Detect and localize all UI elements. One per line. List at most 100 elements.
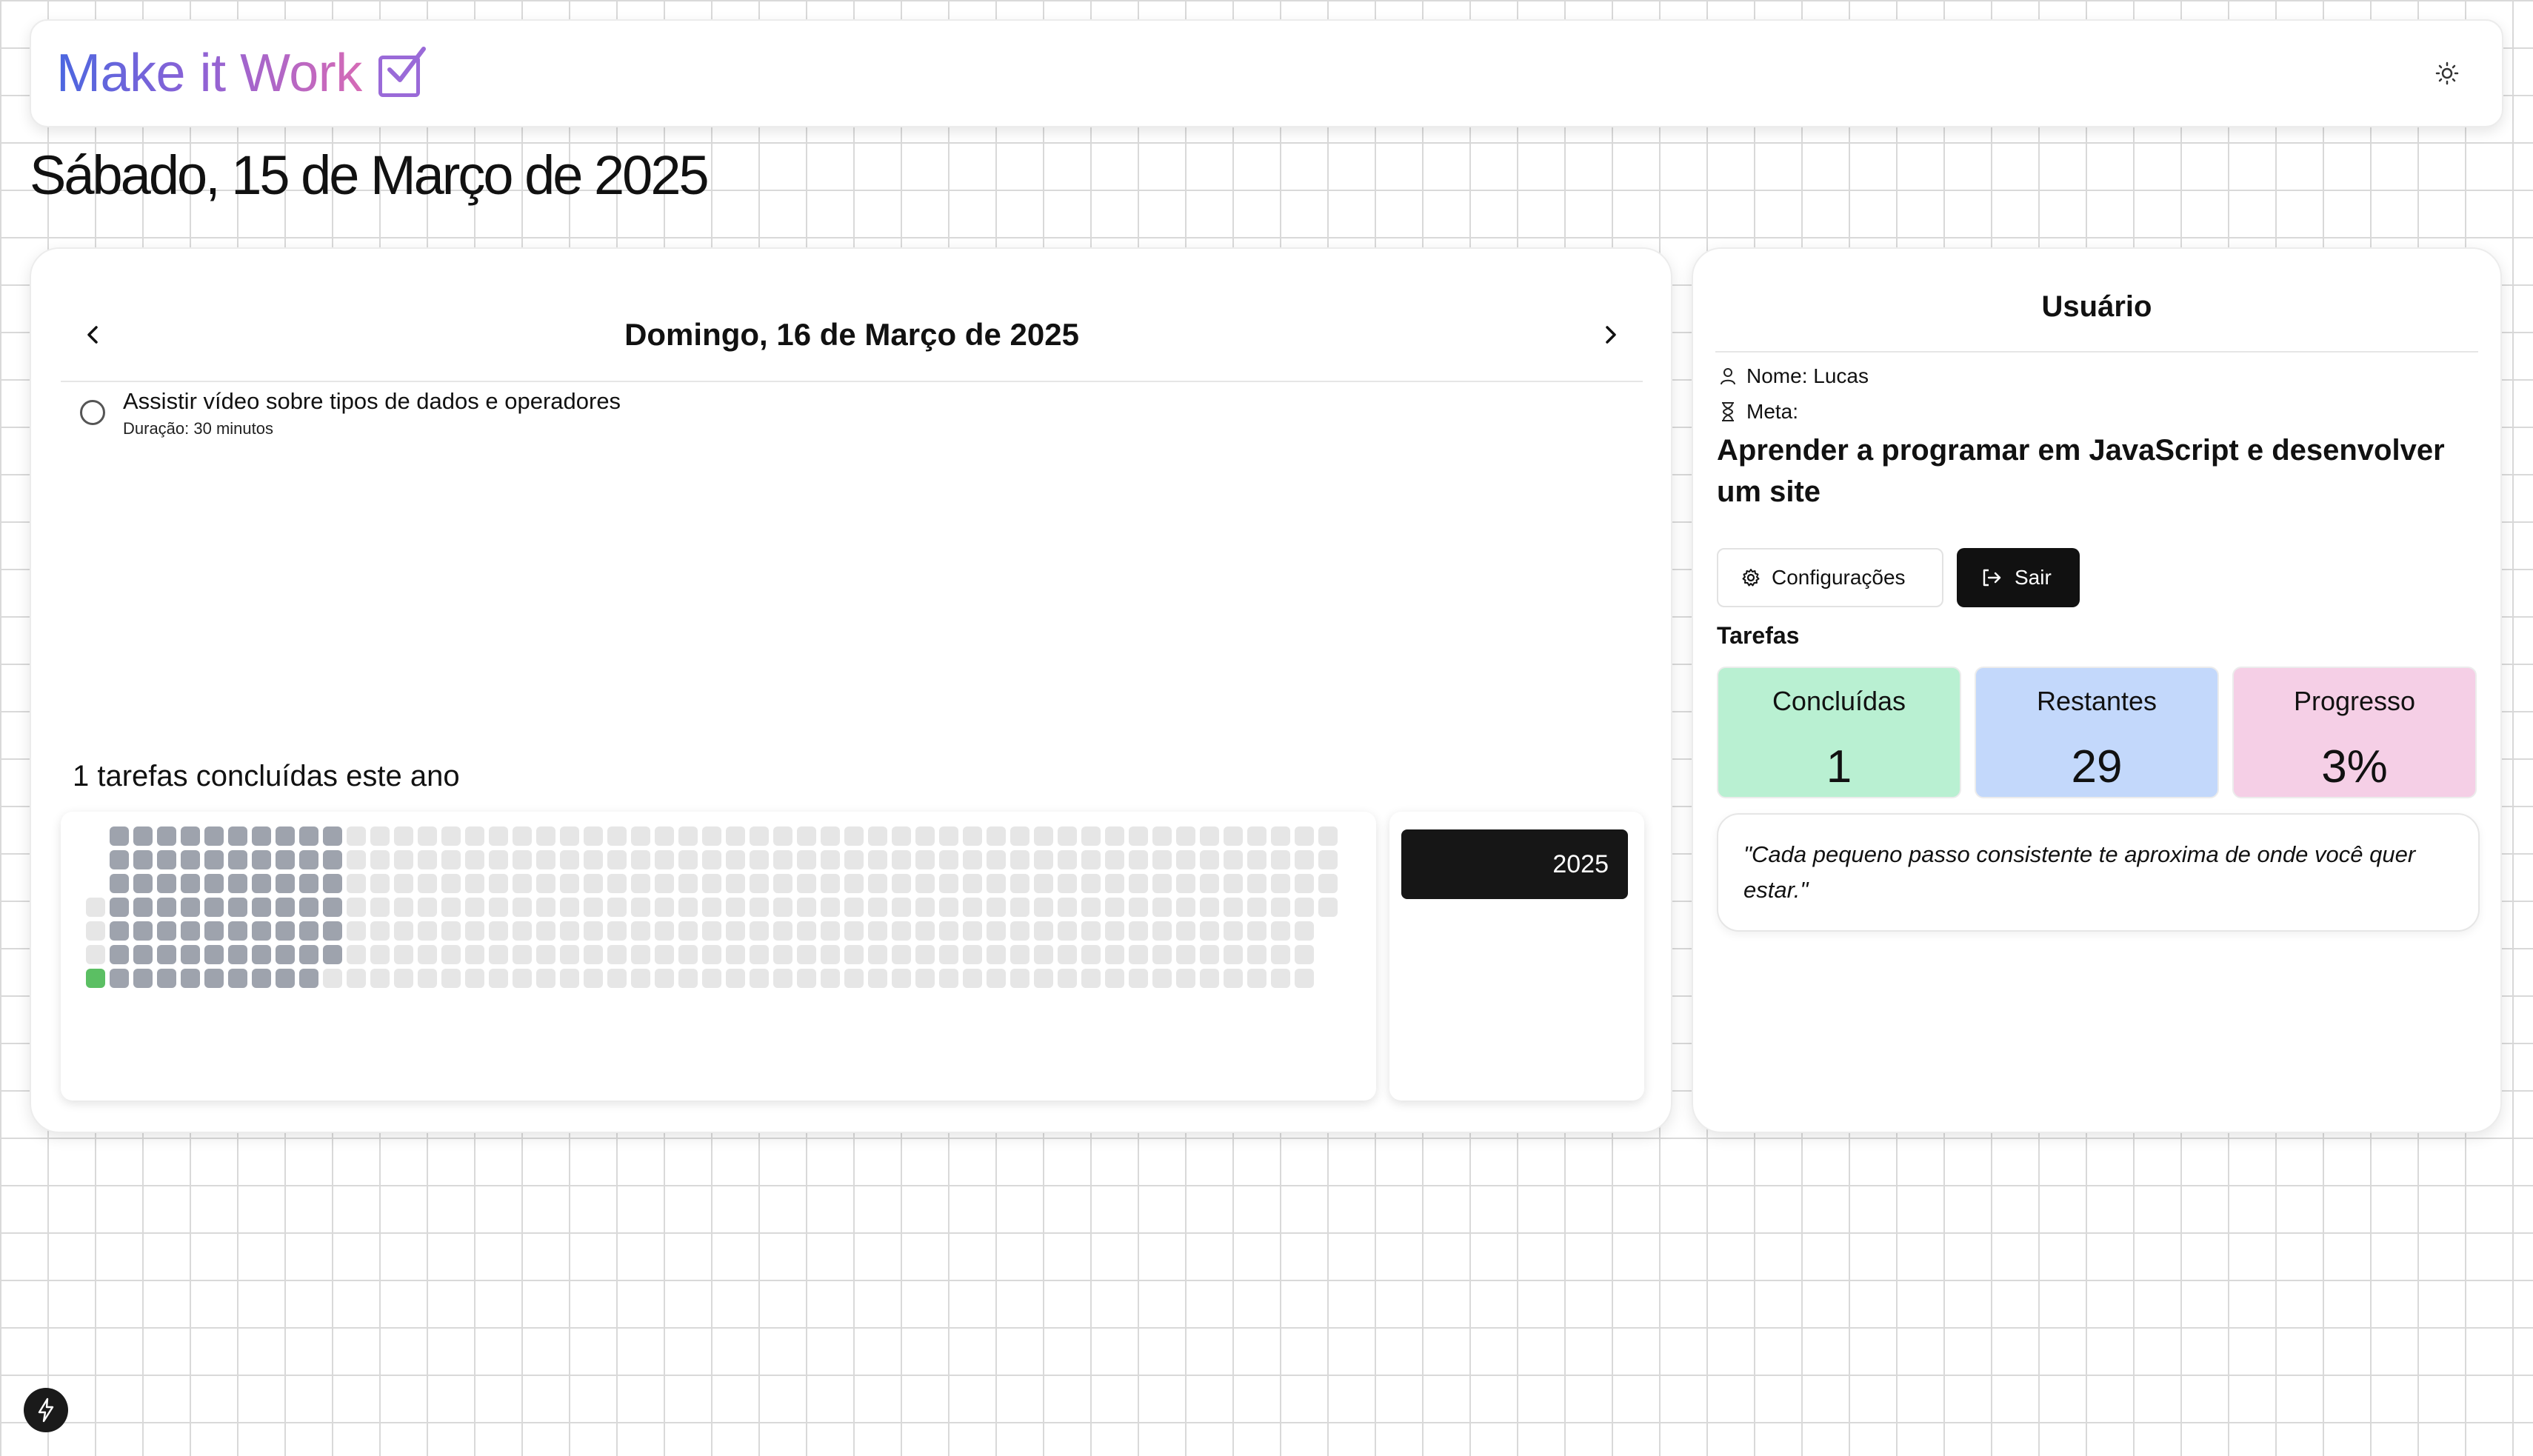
heatmap-cell bbox=[1152, 945, 1172, 964]
settings-button-label: Configurações bbox=[1772, 566, 1906, 589]
heatmap-cell bbox=[1318, 874, 1338, 893]
heatmap-cell bbox=[655, 826, 674, 846]
heatmap-cell bbox=[276, 826, 295, 846]
heatmap-cell bbox=[1034, 921, 1053, 941]
heatmap-cell bbox=[465, 850, 484, 869]
heatmap-cell bbox=[1129, 921, 1148, 941]
chevron-right-icon[interactable] bbox=[1588, 313, 1632, 357]
settings-button[interactable]: Configurações bbox=[1717, 548, 1943, 607]
goal-text: Aprender a programar em JavaScript e des… bbox=[1717, 434, 2445, 508]
heatmap-cell bbox=[939, 850, 958, 869]
heatmap-cell bbox=[252, 945, 271, 964]
heatmap-cell bbox=[1152, 921, 1172, 941]
heatmap-cell bbox=[86, 921, 105, 941]
heatmap-cell bbox=[394, 921, 413, 941]
heatmap-cell bbox=[1105, 921, 1124, 941]
heatmap-cell bbox=[1129, 969, 1148, 988]
heatmap-cell bbox=[1271, 969, 1290, 988]
heatmap-cell bbox=[465, 945, 484, 964]
user-icon bbox=[1721, 368, 1735, 385]
heatmap-cell bbox=[1081, 945, 1101, 964]
heatmap-cell bbox=[1129, 898, 1148, 917]
heatmap-cell bbox=[513, 898, 532, 917]
heatmap-cell bbox=[844, 945, 864, 964]
heatmap-cell bbox=[750, 898, 769, 917]
heatmap-cell bbox=[228, 969, 247, 988]
heatmap-cell bbox=[939, 921, 958, 941]
heatmap-cell bbox=[1176, 850, 1195, 869]
heatmap-cell bbox=[844, 874, 864, 893]
heatmap-cell bbox=[1200, 874, 1219, 893]
heatmap-cell bbox=[276, 850, 295, 869]
heatmap-cell bbox=[1129, 945, 1148, 964]
heatmap-cell bbox=[133, 850, 153, 869]
heatmap-cell bbox=[797, 850, 816, 869]
stat-remaining-label: Restantes bbox=[2036, 686, 2157, 716]
heatmap-cell bbox=[560, 874, 579, 893]
heatmap-cell bbox=[441, 874, 461, 893]
heatmap-cell bbox=[987, 898, 1006, 917]
heatmap-cell bbox=[821, 850, 840, 869]
heatmap-cell bbox=[418, 826, 437, 846]
user-panel-title: Usuário bbox=[1715, 290, 2478, 353]
heatmap-cell bbox=[394, 826, 413, 846]
task-complete-radio[interactable] bbox=[80, 400, 105, 425]
heatmap-cell bbox=[868, 921, 887, 941]
heatmap-cell bbox=[1010, 945, 1029, 964]
heatmap-cell bbox=[1152, 850, 1172, 869]
heatmap-cell bbox=[1081, 969, 1101, 988]
heatmap-cell bbox=[536, 826, 555, 846]
heatmap-cell bbox=[1247, 850, 1266, 869]
app-header: Make it Work bbox=[30, 19, 2503, 127]
heatmap-cell bbox=[797, 898, 816, 917]
heatmap-cell bbox=[1105, 874, 1124, 893]
heatmap-cell bbox=[750, 826, 769, 846]
task-item: Assistir vídeo sobre tipos de dados e op… bbox=[80, 385, 621, 438]
heatmap-cell bbox=[1200, 921, 1219, 941]
heatmap-cell bbox=[133, 898, 153, 917]
stat-progress-value: 3% bbox=[2321, 741, 2388, 792]
heatmap-cell bbox=[299, 921, 318, 941]
heatmap-cell bbox=[110, 826, 129, 846]
heatmap-cell bbox=[655, 898, 674, 917]
heatmap-cell bbox=[1152, 826, 1172, 846]
heatmap-cell bbox=[418, 874, 437, 893]
heatmap-cell bbox=[276, 921, 295, 941]
heatmap-cell bbox=[750, 969, 769, 988]
heatmap-cell bbox=[323, 898, 342, 917]
day-navigation: Domingo, 16 de Março de 2025 bbox=[61, 289, 1643, 382]
heatmap-cell bbox=[584, 874, 603, 893]
heatmap-cell bbox=[892, 945, 911, 964]
heatmap-cell bbox=[750, 945, 769, 964]
heatmap-cell bbox=[441, 850, 461, 869]
year-button-2025[interactable]: 2025 bbox=[1401, 829, 1628, 899]
chevron-left-icon[interactable] bbox=[71, 313, 116, 357]
heatmap-cell bbox=[204, 945, 224, 964]
heatmap-cell bbox=[1105, 850, 1124, 869]
heatmap-cell bbox=[655, 850, 674, 869]
heatmap-cell bbox=[1010, 921, 1029, 941]
logout-button[interactable]: Sair bbox=[1957, 548, 2080, 607]
heatmap-cell bbox=[963, 898, 982, 917]
heatmap-cell bbox=[1295, 969, 1314, 988]
year-selector-card: 2025 bbox=[1389, 812, 1644, 1101]
heatmap-cell bbox=[584, 969, 603, 988]
heatmap-cell bbox=[86, 898, 105, 917]
heatmap-cell bbox=[489, 874, 508, 893]
heatmap-cell bbox=[1129, 826, 1148, 846]
heatmap-cell bbox=[299, 898, 318, 917]
sun-icon[interactable] bbox=[2429, 56, 2465, 91]
user-name-row: Nome: Lucas bbox=[1718, 364, 1869, 388]
bolt-icon[interactable] bbox=[24, 1388, 68, 1432]
heatmap-cell bbox=[1295, 945, 1314, 964]
heatmap-cell bbox=[939, 874, 958, 893]
heatmap-cell bbox=[1295, 921, 1314, 941]
stat-progress-label: Progresso bbox=[2293, 686, 2416, 716]
heatmap-cell bbox=[513, 826, 532, 846]
heatmap-cell bbox=[1271, 945, 1290, 964]
heatmap-cell bbox=[560, 898, 579, 917]
heatmap-cell bbox=[702, 850, 721, 869]
heatmap-cell bbox=[607, 945, 627, 964]
heatmap-cell bbox=[1295, 826, 1314, 846]
heatmap-cell bbox=[299, 969, 318, 988]
